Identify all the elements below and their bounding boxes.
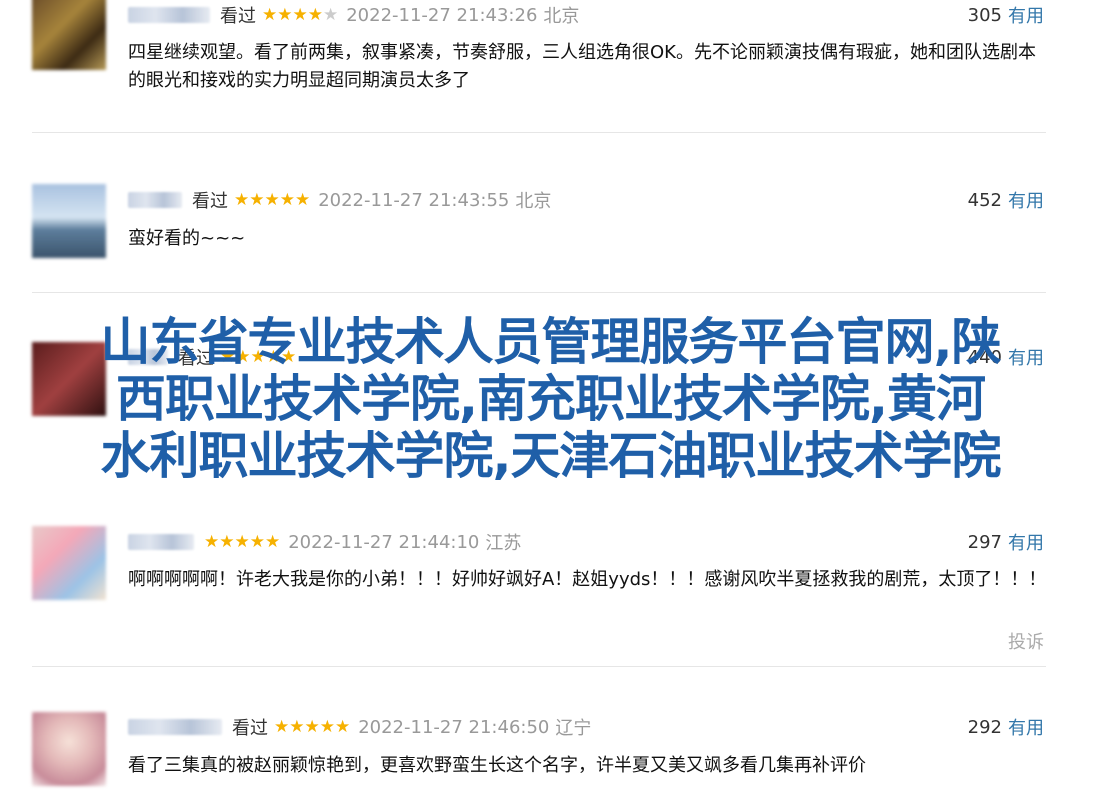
comment-meta: 看过 ★★★★★ 2022-11-27 21:43:55 北京 xyxy=(128,187,551,213)
comment-location: 北京 xyxy=(543,6,580,27)
comment-meta: 看过 ★★★★★ 2022-11-27 21:43:26 北京 xyxy=(128,2,579,28)
vote-area: 297 有用 xyxy=(968,529,1044,555)
comment-text: 蛮好看的~~~ xyxy=(128,228,246,249)
overlay-line: 山东省专业技术人员管理服务平台官网,陕 xyxy=(100,313,1002,371)
vote-count: 292 xyxy=(967,716,1002,738)
comment-location: 北京 xyxy=(515,191,552,212)
username-redacted[interactable] xyxy=(128,192,182,208)
seen-label: 看过 xyxy=(192,191,228,212)
comment-time: 2022-11-27 21:46:50 xyxy=(358,716,550,738)
comment-text: 看了三集真的被赵丽颖惊艳到，更喜欢野蛮生长这个名字，许半夏又美又飒多看几集再补评… xyxy=(128,755,866,776)
username-redacted[interactable] xyxy=(128,534,194,550)
rating-stars: ★★★★★ xyxy=(204,532,281,552)
comment-meta: ★★★★★ 2022-11-27 21:44:10 江苏 xyxy=(128,529,521,555)
comment-time: 2022-11-27 21:43:55 xyxy=(318,189,510,211)
divider xyxy=(32,292,1046,293)
comment-location: 江苏 xyxy=(485,533,522,554)
comment-text: 四星继续观望。看了前两集，叙事紧凑，节奏舒服，三人组选角很OK。先不论丽颖演技偶… xyxy=(128,42,1036,91)
rating-stars: ★★★★★ xyxy=(262,5,339,25)
rating-stars: ★★★★★ xyxy=(234,190,311,210)
username-redacted[interactable] xyxy=(128,7,210,23)
rating-stars: ★★★★★ xyxy=(274,717,351,737)
seen-label: 看过 xyxy=(232,718,268,739)
avatar[interactable] xyxy=(32,526,106,600)
overlay-text-banner: 山东省专业技术人员管理服务平台官网,陕 西职业技术学院,南充职业技术学院,黄河 … xyxy=(0,314,1101,485)
vote-count: 305 xyxy=(967,4,1002,26)
vote-area: 292 有用 xyxy=(968,714,1044,740)
divider xyxy=(32,132,1046,133)
comment-text: 啊啊啊啊啊！许老大我是你的小弟！！！好帅好飒好A！赵姐yyds！！！感谢风吹半夏… xyxy=(128,569,1047,590)
comment-time: 2022-11-27 21:43:26 xyxy=(346,4,538,26)
avatar[interactable] xyxy=(32,712,106,786)
avatar[interactable] xyxy=(32,184,106,258)
useful-button[interactable]: 有用 xyxy=(1008,187,1044,213)
username-redacted[interactable] xyxy=(128,719,222,735)
vote-count: 297 xyxy=(967,531,1002,553)
comment-meta: 看过 ★★★★★ 2022-11-27 21:46:50 辽宁 xyxy=(128,714,591,740)
divider xyxy=(32,666,1046,667)
useful-button[interactable]: 有用 xyxy=(1008,714,1044,740)
avatar[interactable] xyxy=(32,0,106,70)
report-button[interactable]: 投诉 xyxy=(1008,628,1044,654)
overlay-line: 西职业技术学院,南充职业技术学院,黄河 xyxy=(116,370,986,428)
overlay-line: 水利职业技术学院,天津石油职业技术学院 xyxy=(100,427,1002,485)
vote-count: 452 xyxy=(967,189,1002,211)
vote-area: 305 有用 xyxy=(968,2,1044,28)
vote-area: 452 有用 xyxy=(968,187,1044,213)
comment-location: 辽宁 xyxy=(555,718,592,739)
useful-button[interactable]: 有用 xyxy=(1008,529,1044,555)
useful-button[interactable]: 有用 xyxy=(1008,2,1044,28)
seen-label: 看过 xyxy=(220,6,256,27)
comment-time: 2022-11-27 21:44:10 xyxy=(288,531,480,553)
